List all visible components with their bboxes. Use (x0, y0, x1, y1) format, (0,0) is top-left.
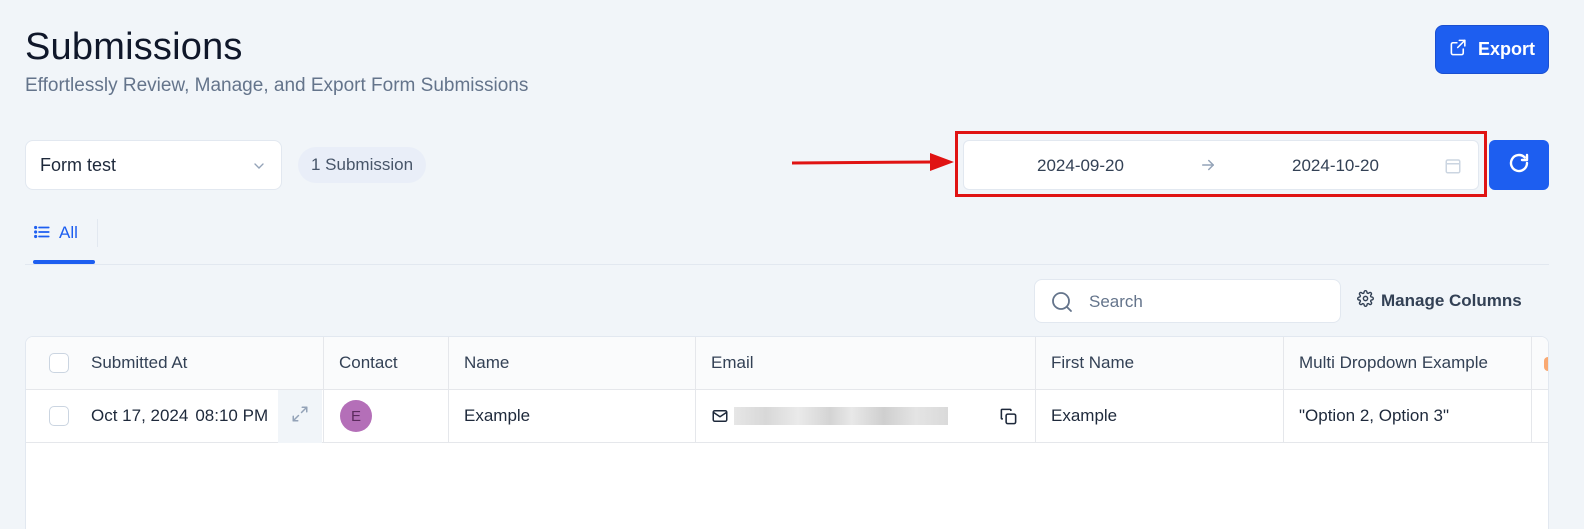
search-input[interactable] (1089, 288, 1329, 316)
annotation-arrow (791, 153, 954, 171)
refresh-button[interactable] (1489, 140, 1549, 190)
gear-icon (1357, 290, 1374, 312)
export-button[interactable]: Export (1435, 25, 1549, 74)
search-box[interactable] (1034, 279, 1341, 323)
copy-email-button[interactable] (999, 390, 1018, 442)
page-title: Submissions (25, 26, 243, 68)
row-select-cell (49, 390, 69, 442)
contact-cell: E (340, 390, 372, 442)
table-row[interactable]: Oct 17, 2024 08:10 PM E Example Example (26, 390, 1548, 443)
annotation-highlight-box (955, 131, 1487, 197)
column-header-name[interactable]: Name (464, 337, 509, 389)
list-icon (33, 223, 51, 246)
chevron-down-icon (251, 158, 267, 179)
tab-divider (97, 219, 98, 247)
column-header-multi-dropdown[interactable]: Multi Dropdown Example (1299, 337, 1488, 389)
avatar[interactable]: E (340, 400, 372, 432)
search-icon (1050, 290, 1074, 319)
form-select-value: Form test (40, 154, 117, 175)
row-checkbox[interactable] (49, 406, 69, 426)
name-cell: Example (464, 406, 531, 425)
column-header-email[interactable]: Email (711, 337, 754, 389)
email-cell (711, 390, 948, 442)
select-all-checkbox[interactable] (49, 353, 69, 373)
submissions-table: Submitted At Contact Name Email First Na… (25, 336, 1549, 529)
table-header: Submitted At Contact Name Email First Na… (26, 337, 1548, 390)
multi-dropdown-cell: "Option 2, Option 3" (1299, 406, 1450, 425)
copy-icon (999, 407, 1018, 426)
email-redacted (734, 407, 948, 425)
column-divider (1531, 337, 1532, 443)
refresh-icon (1507, 151, 1531, 180)
export-label: Export (1477, 39, 1535, 59)
column-divider (448, 337, 449, 443)
mail-icon (711, 407, 729, 425)
column-divider (1283, 337, 1284, 443)
column-header-first-name[interactable]: First Name (1051, 337, 1134, 389)
column-divider (323, 337, 324, 443)
manage-columns-label: Manage Columns (1381, 291, 1522, 310)
form-select[interactable]: Form test (25, 140, 282, 190)
export-icon (1449, 38, 1468, 62)
tabs-divider-line (25, 264, 1549, 265)
column-header-submitted-at[interactable]: Submitted At (91, 337, 187, 389)
select-all-cell (49, 337, 69, 389)
column-divider (695, 337, 696, 443)
first-name-cell: Example (1051, 406, 1118, 425)
tab-all[interactable]: All (33, 220, 95, 264)
submitted-at-cell: Oct 17, 2024 08:10 PM (91, 390, 268, 442)
page-subtitle: Effortlessly Review, Manage, and Export … (25, 75, 529, 96)
submission-count-badge: 1 Submission (298, 147, 427, 183)
submitted-date: Oct 17, 2024 (91, 406, 189, 425)
column-divider (1035, 337, 1036, 443)
column-header-contact[interactable]: Contact (339, 337, 398, 389)
expand-icon (291, 405, 309, 428)
avatar-initial: E (350, 407, 361, 425)
expand-row-button[interactable] (278, 390, 322, 443)
manage-columns-button[interactable]: Manage Columns (1357, 290, 1522, 312)
submitted-time: 08:10 PM (195, 406, 269, 425)
tab-all-label: All (59, 223, 78, 242)
next-column-hint (1544, 357, 1548, 371)
